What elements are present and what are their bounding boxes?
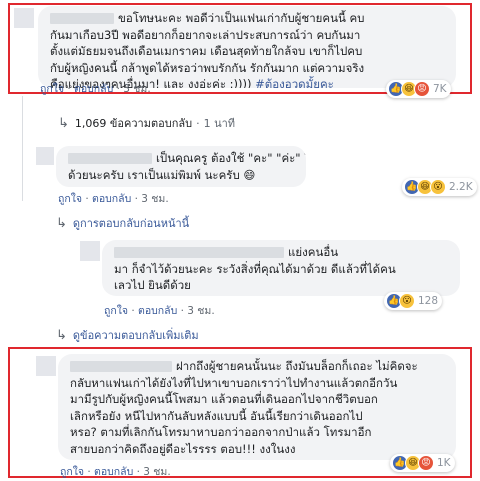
reply-link[interactable]: ตอบกลับ: [92, 193, 131, 205]
comment-line: กับผู้หญิงคนนี้ กล้าพูดได้หรอว่าพบรักกัน…: [50, 60, 365, 75]
comment-2-actions: ถูกใจ · ตอบกลับ · 3 ชม.: [58, 193, 169, 205]
reaction-count: 2.2K: [449, 181, 473, 193]
timestamp[interactable]: 3 ชม.: [141, 193, 168, 205]
reply-link[interactable]: ตอบกลับ: [138, 305, 177, 317]
like-link[interactable]: ถูกใจ: [60, 466, 84, 478]
comment-line: เป็นคุณครู ต้องใช้ "คะ" "ค่ะ" ให้ถูกต้อง: [156, 151, 306, 165]
angry-reaction-icon: 😡: [418, 455, 434, 471]
reply-arrow-icon: ↳: [58, 115, 69, 131]
comment-line: ด้วยนะครับ เราเป็นแม่พิมพ์ นะครับ 😄: [68, 167, 256, 182]
comment-line: เลิกหรือยัง หนีไปหากันลับหลังแบบนี้ อันน…: [70, 408, 363, 423]
wow-reaction-icon: 😮: [430, 179, 446, 195]
view-more-replies-label: ดูข้อความตอบกลับเพิ่มเติม: [72, 329, 199, 342]
wow-reaction-icon: 😮: [399, 293, 415, 309]
angry-reaction-icon: 😡: [414, 81, 430, 97]
comment-line: ขอโทษนะคะ พอดีว่าเป็นแฟนเก่ากับผู้ชายคนน…: [118, 11, 365, 25]
comment-line: ฝากถึงผู้ชายคนนั้นนะ ถึงมันบล็อกก็เถอะ ไ…: [176, 359, 418, 373]
timestamp[interactable]: 3 ชม.: [143, 466, 170, 478]
like-link[interactable]: ถูกใจ: [104, 305, 128, 317]
commenter-name[interactable]: [70, 361, 172, 372]
view-previous-replies-label: ดูการตอบกลับก่อนหน้านี้: [72, 217, 190, 230]
commenter-name[interactable]: [68, 153, 152, 164]
reply-link[interactable]: ตอบกลับ: [94, 466, 133, 478]
hashtag-link[interactable]: #ต้องอวดมั้ยคะ: [255, 77, 334, 88]
reaction-summary[interactable]: 👍 😆 😡 1K: [390, 454, 455, 472]
reaction-summary[interactable]: 👍 😆 😡 7K: [386, 80, 451, 98]
commenter-name[interactable]: [114, 247, 284, 258]
reaction-summary[interactable]: 👍 😮 128: [384, 292, 443, 310]
avatar[interactable]: [36, 356, 56, 376]
reply-arrow-icon: ↳: [56, 215, 67, 231]
reaction-summary[interactable]: 👍 😆 😮 2.2K: [402, 178, 477, 196]
thread-line: [22, 96, 23, 201]
comment-3-actions: ถูกใจ · ตอบกลับ · 3 ชม.: [104, 305, 215, 317]
like-link[interactable]: ถูกใจ: [58, 193, 82, 205]
reply-arrow-icon: ↳: [56, 327, 67, 343]
replies-time: 1 นาที: [203, 117, 236, 130]
comment-1-actions: ถูกใจ · ตอบกลับ · 3 ชม.: [40, 83, 151, 95]
replies-summary[interactable]: ↳ 1,069 ข้อความตอบกลับ · 1 นาที: [58, 114, 235, 132]
comment-2-bubble: เป็นคุณครู ต้องใช้ "คะ" "ค่ะ" ให้ถูกต้อง…: [56, 146, 306, 187]
timestamp[interactable]: 3 ชม.: [187, 305, 214, 317]
comment-4-bubble: ฝากถึงผู้ชายคนนั้นนะ ถึงมันบล็อกก็เถอะ ไ…: [58, 354, 456, 460]
view-more-replies[interactable]: ↳ ดูข้อความตอบกลับเพิ่มเติม: [56, 326, 199, 344]
reply-link[interactable]: ตอบกลับ: [74, 83, 113, 95]
comment-line: หรอ? ตามที่เลิกกันโทรมาหาบอกว่าออกจากป่า…: [70, 425, 372, 439]
reaction-count: 1K: [437, 457, 451, 469]
comment-1-bubble: ขอโทษนะคะ พอดีว่าเป็นแฟนเก่ากับผู้ชายคนน…: [38, 6, 456, 88]
comment-4-actions: ถูกใจ · ตอบกลับ · 3 ชม.: [60, 466, 171, 478]
avatar[interactable]: [36, 147, 54, 165]
comment-line: มามีรูปกับผู้หญิงคนนี้โพสมา แล้วตอนที่เด…: [70, 392, 378, 406]
commenter-name[interactable]: [50, 13, 114, 24]
comment-line: กันมาเกือบ3ปี พอดีอยากก็อยากจะเล่าประสบก…: [50, 27, 361, 42]
avatar[interactable]: [80, 241, 100, 261]
comment-line: แย่งคนอื่น: [288, 245, 339, 259]
timestamp[interactable]: 3 ชม.: [123, 83, 150, 95]
like-link[interactable]: ถูกใจ: [40, 83, 64, 95]
comment-line: สายบอกว่าคิดถึงอยู่ดีอะไรรรร ตอบ!!! งงใน…: [70, 441, 296, 456]
avatar[interactable]: [14, 8, 34, 28]
comment-line: มา ก็จำไว้ด้วยนะคะ ระวังสิ่งที่คุณได้มาด…: [114, 261, 396, 276]
reaction-count: 7K: [433, 83, 447, 95]
view-previous-replies[interactable]: ↳ ดูการตอบกลับก่อนหน้านี้: [56, 214, 189, 232]
comment-3-bubble: แย่งคนอื่น มา ก็จำไว้ด้วยนะคะ ระวังสิ่งท…: [102, 240, 460, 296]
comment-line: ตั้งแต่มัธยมจนถึงเดือนเมกราคม เดือนสุดท้…: [50, 44, 363, 58]
reaction-count: 128: [418, 295, 439, 307]
comment-line: กลับหาแฟนเก่าได้ยังไงที่ไปหาเขาบอกเราว่า…: [70, 375, 398, 390]
replies-count-label: 1,069 ข้อความตอบกลับ: [74, 117, 193, 130]
